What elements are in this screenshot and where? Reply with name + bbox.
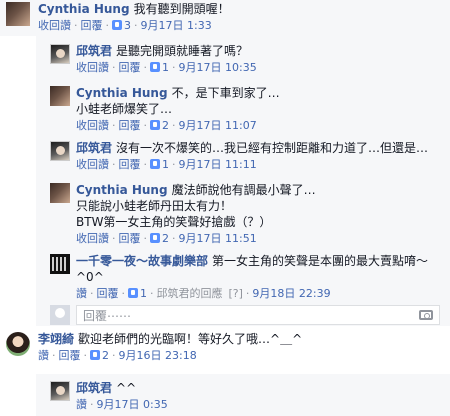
avatar[interactable] — [50, 183, 70, 203]
comment: 一千零一夜～故事劇樂部 第一女主角的笑聲是本團的最大賣點唷～ ^0^ 讚 · 回覆 · 1… — [50, 253, 446, 301]
reply-link[interactable]: 回覆 — [119, 158, 141, 171]
like-count[interactable]: 1 — [162, 158, 169, 171]
like-icon — [150, 120, 160, 130]
like-icon — [150, 62, 160, 72]
timestamp[interactable]: 9月17日 10:35 — [179, 61, 257, 74]
like-icon — [150, 233, 160, 243]
comment: 邱筑君 沒有一次不爆笑的…我已經有控制距離和力道了…但還是… 收回讚 · 回覆 · 1 · 9… — [50, 140, 446, 172]
comment: Cynthia Hung 魔法師說他有調最小聲了… 只能說小蛙老師丹田太有力！ B… — [50, 182, 446, 246]
like-count[interactable]: 1 — [140, 287, 147, 300]
reply-link[interactable]: 回覆 — [119, 119, 141, 132]
like-link[interactable]: 讚 — [76, 398, 87, 411]
comment-thread: Cynthia Hung 我有聽到開頭喔！ 收回讚 · 回覆 · 3 · 9月17日 1:33… — [0, 0, 450, 416]
timestamp[interactable]: 9月17日 11:11 — [179, 158, 257, 171]
avatar[interactable] — [50, 254, 70, 274]
comment-text: 不，是下車到家了… — [171, 86, 280, 100]
timestamp[interactable]: 9月17日 11:07 — [179, 119, 257, 132]
reply-placeholder: 回覆⋯⋯ — [83, 308, 132, 323]
reply-link[interactable]: 回覆 — [119, 232, 141, 245]
comment: 邱筑君 ^^ 讚 · 9月17日 0:35 — [50, 380, 446, 412]
like-link[interactable]: 讚 — [38, 349, 49, 362]
avatar — [50, 305, 70, 325]
reply-link[interactable]: 回覆 — [97, 287, 119, 300]
avatar[interactable] — [6, 2, 30, 26]
like-count[interactable]: 2 — [162, 232, 169, 245]
like-icon — [128, 288, 138, 298]
commenter-name[interactable]: Cynthia Hung — [76, 183, 168, 197]
commenter-name[interactable]: 李翊綺 — [38, 332, 74, 346]
comment-text: 是聽完開頭就睡著了嗎？ — [116, 44, 249, 58]
commenter-name[interactable]: 一千零一夜～故事劇樂部 — [76, 254, 208, 268]
reply-link[interactable]: 回覆 — [81, 19, 103, 32]
reply-input[interactable]: 回覆⋯⋯ — [76, 305, 440, 325]
like-icon — [150, 159, 160, 169]
comment: Cynthia Hung 不，是下車到家了… 小蛙老師爆笑了… 收回讚 · 回覆 · 2 ·… — [50, 85, 446, 133]
like-count[interactable]: 2 — [102, 349, 109, 362]
like-icon — [90, 350, 100, 360]
like-icon — [112, 20, 122, 30]
avatar[interactable] — [50, 86, 70, 106]
commenter-name[interactable]: 邱筑君 — [76, 141, 112, 155]
comment-text-line: 小蛙老師爆笑了… — [76, 102, 173, 116]
comment: 李翊綺 歡迎老師們的光臨啊！等好久了哦…^＿^ 讚 · 回覆 · 2 · 9月16日 23:1… — [6, 331, 446, 363]
timestamp[interactable]: 9月17日 1:33 — [141, 19, 212, 32]
timestamp[interactable]: 9月17日 11:51 — [179, 232, 257, 245]
like-count[interactable]: 3 — [124, 19, 131, 32]
unlike-link[interactable]: 收回讚 — [76, 158, 109, 171]
commenter-name[interactable]: 邱筑君 — [76, 44, 112, 58]
like-count[interactable]: 2 — [162, 119, 169, 132]
commenter-name[interactable]: Cynthia Hung — [38, 2, 130, 16]
comment-text-line: 只能說小蛙老師丹田太有力！ — [76, 199, 233, 213]
like-link[interactable]: 讚 — [76, 287, 87, 300]
comment-text: 沒有一次不爆笑的…我已經有控制距離和力道了…但還是… — [116, 141, 429, 155]
reply-link[interactable]: 回覆 — [59, 349, 81, 362]
comment: Cynthia Hung 我有聽到開頭喔！ 收回讚 · 回覆 · 3 · 9月17日 1:33 — [6, 1, 446, 33]
avatar[interactable] — [6, 332, 30, 356]
reply-attribution: 邱筑君的回應 — [156, 287, 223, 300]
comment-text: 歡迎老師們的光臨啊！等好久了哦…^＿^ — [78, 332, 303, 346]
avatar[interactable] — [50, 381, 70, 401]
avatar[interactable] — [50, 141, 70, 161]
comment-text: 第一女主角的笑聲是本團的最大賣點唷～ — [212, 254, 429, 268]
comment-text-line: ^0^ — [76, 270, 104, 284]
timestamp[interactable]: 9月18日 22:39 — [252, 287, 330, 300]
comment: 邱筑君 是聽完開頭就睡著了嗎？ 收回讚 · 回覆 · 1 · 9月17日 10:35 — [50, 43, 446, 75]
unlike-link[interactable]: 收回讚 — [76, 61, 109, 74]
reply-link[interactable]: 回覆 — [119, 61, 141, 74]
comment-text: 魔法師說他有調最小聲了… — [171, 183, 316, 197]
unlike-link[interactable]: 收回讚 — [76, 119, 109, 132]
commenter-name[interactable]: 邱筑君 — [76, 381, 112, 395]
avatar[interactable] — [50, 44, 70, 64]
commenter-name[interactable]: Cynthia Hung — [76, 86, 168, 100]
timestamp[interactable]: 9月16日 23:18 — [119, 349, 197, 362]
unlike-link[interactable]: 收回讚 — [76, 232, 109, 245]
camera-icon[interactable] — [419, 310, 433, 320]
like-count[interactable]: 1 — [162, 61, 169, 74]
comment-text: ^^ — [116, 381, 137, 395]
comment-text-line: BTW第一女主角的笑聲好搶戲（？） — [76, 215, 272, 229]
comment-text: 我有聽到開頭喔！ — [133, 2, 230, 16]
timestamp[interactable]: 9月17日 0:35 — [97, 398, 168, 411]
edited-marker[interactable]: [?] — [229, 287, 243, 300]
unlike-link[interactable]: 收回讚 — [38, 19, 71, 32]
